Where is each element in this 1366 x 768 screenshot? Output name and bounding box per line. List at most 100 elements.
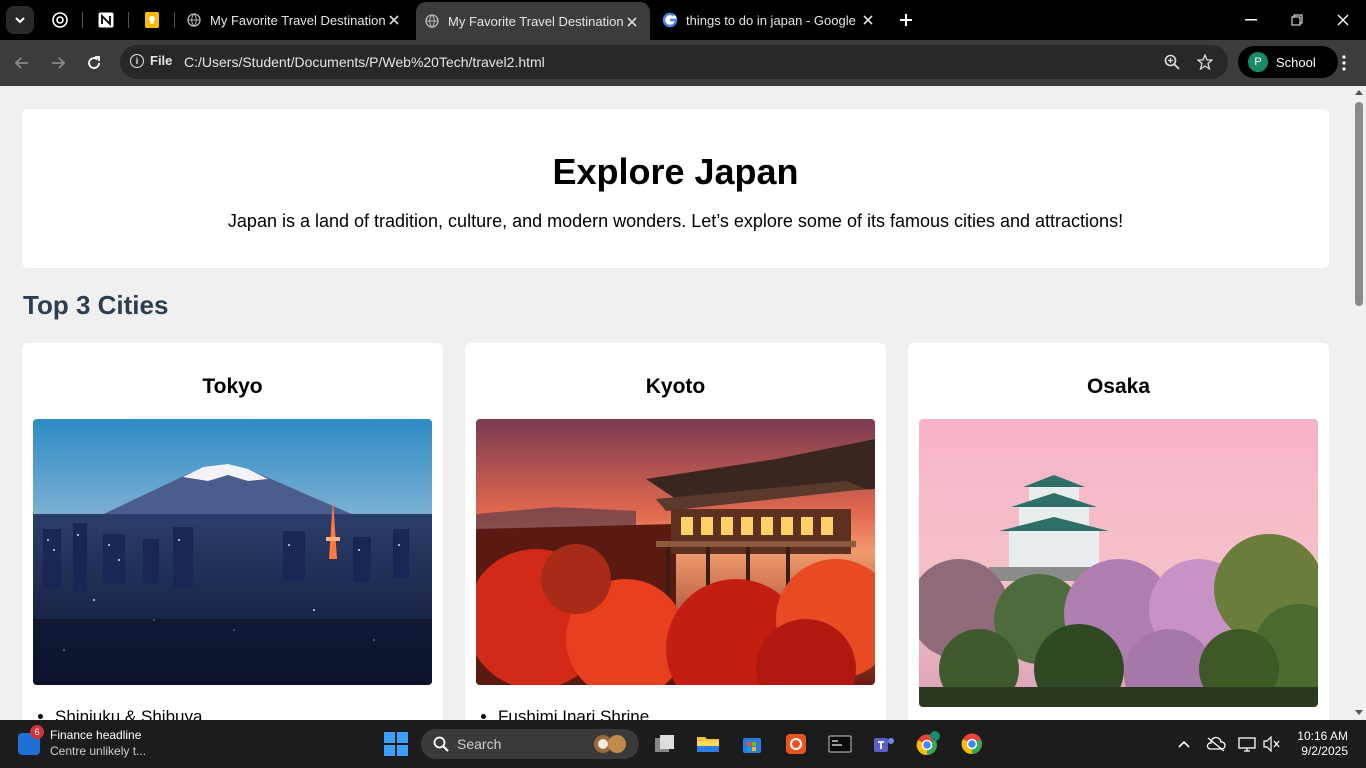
ubuntu-icon (786, 734, 806, 754)
tab-separator (82, 12, 83, 28)
tab-title: My Favorite Travel Destination (448, 13, 624, 29)
site-info-chip[interactable]: i File (130, 53, 172, 68)
city-name: Osaka (1086, 375, 1151, 398)
zoom-button[interactable] (1163, 53, 1181, 71)
globe-icon (186, 12, 202, 28)
url-text[interactable]: C:/Users/Student/Documents/P/Web%20Tech/… (184, 54, 545, 70)
pinned-tab-keep[interactable] (140, 8, 164, 32)
news-widget[interactable]: 6 Finance headline Centre unlikely t... (18, 725, 147, 758)
folder-icon (697, 737, 719, 752)
notion-icon (98, 12, 114, 28)
file-explorer-button[interactable] (694, 730, 722, 758)
restore-icon (1291, 14, 1303, 26)
restore-button[interactable] (1274, 0, 1320, 40)
clock-date: 9/2/2025 (1301, 744, 1348, 758)
section-title: Top 3 Cities (23, 290, 169, 320)
city-card-tokyo: Tokyo • Shinjuku & Shibuya (22, 343, 443, 720)
ms-store-button[interactable] (738, 730, 766, 758)
taskbar-search[interactable]: Search (421, 729, 639, 759)
tab-strip: My Favorite Travel Destination My Favori… (0, 0, 1366, 40)
tab-separator (128, 12, 129, 28)
onedrive-button[interactable] (1206, 734, 1226, 754)
teams-button[interactable] (870, 730, 898, 758)
tab-google-search[interactable]: things to do in japan - Google S (662, 0, 886, 40)
tab-title: things to do in japan - Google S (686, 12, 858, 28)
page-title: Explore Japan (552, 151, 799, 192)
volume-button[interactable] (1262, 734, 1282, 754)
scroll-up-icon[interactable] (1355, 89, 1363, 97)
chrome-profile-icon (916, 731, 940, 756)
scrollbar-thumb[interactable] (1355, 102, 1363, 306)
new-tab-button[interactable] (894, 8, 918, 32)
terminal-button[interactable] (826, 730, 854, 758)
close-tab-icon[interactable] (624, 14, 640, 30)
vertical-scrollbar[interactable] (1352, 86, 1366, 720)
cloud-off-icon (1206, 736, 1226, 752)
network-button[interactable] (1237, 734, 1257, 754)
chevron-down-icon (15, 17, 25, 24)
hero-card: Explore Japan Japan is a land of traditi… (22, 109, 1329, 268)
city-card-osaka: Osaka (908, 343, 1329, 720)
coconut-icon (594, 735, 626, 753)
network-icon (1238, 737, 1256, 752)
windows-logo-icon (384, 732, 395, 743)
kyoto-photo (476, 419, 875, 685)
taskbar: 6 Finance headline Centre unlikely t... … (0, 720, 1366, 768)
start-button[interactable] (384, 732, 408, 756)
tab-travel-1[interactable]: My Favorite Travel Destination (186, 0, 412, 40)
search-icon (433, 736, 449, 752)
google-icon (662, 12, 678, 28)
ubuntu-button[interactable] (782, 730, 810, 758)
profile-button[interactable]: P School (1238, 46, 1338, 78)
intro-text: Japan is a land of tradition, culture, a… (227, 211, 1124, 231)
address-bar[interactable]: i File C:/Users/Student/Documents/P/Web%… (120, 45, 1228, 79)
avatar: P (1248, 52, 1268, 72)
terminal-icon (828, 735, 852, 753)
forward-button[interactable] (44, 49, 72, 77)
reload-icon (88, 56, 100, 69)
chrome-button[interactable] (958, 730, 986, 758)
close-tab-icon[interactable] (386, 12, 402, 28)
tab-title: My Favorite Travel Destination (210, 12, 386, 28)
task-view-button[interactable] (651, 730, 679, 758)
profile-name: School (1276, 54, 1316, 70)
teams-icon (874, 738, 894, 752)
star-icon (1197, 54, 1213, 70)
reload-button[interactable] (80, 49, 108, 77)
city-name: Tokyo (202, 375, 263, 398)
pinned-tab-chatgpt[interactable] (48, 8, 72, 32)
task-view-icon (655, 735, 674, 752)
list-item: Shinjuku & Shibuya (55, 707, 202, 720)
tray-overflow-button[interactable] (1174, 734, 1194, 754)
minimize-icon (1245, 19, 1257, 21)
tab-separator (174, 12, 175, 28)
chrome-school-button[interactable] (914, 730, 942, 758)
list-item: Fushimi Inari Shrine (498, 707, 649, 720)
info-icon: i (130, 53, 144, 68)
attraction-list: Fushimi Inari Shrine (498, 707, 649, 720)
system-clock[interactable]: 10:16 AM 9/2/2025 (1290, 729, 1348, 759)
browser-menu-button[interactable] (1334, 53, 1354, 73)
page-viewport: Explore Japan Japan is a land of traditi… (0, 86, 1352, 720)
widget-subtext: Centre unlikely t... (50, 744, 147, 758)
globe-icon (424, 13, 440, 29)
tokyo-photo (33, 419, 432, 685)
chevron-up-icon (1178, 740, 1190, 748)
close-tab-icon[interactable] (860, 12, 876, 28)
tab-travel-2[interactable]: My Favorite Travel Destination (416, 2, 650, 40)
back-button[interactable] (8, 49, 36, 77)
minimize-button[interactable] (1228, 0, 1274, 40)
plus-icon (900, 14, 912, 26)
keep-notes-icon (145, 12, 159, 28)
arrow-right-icon (52, 57, 66, 69)
zoom-icon (1164, 54, 1180, 70)
scroll-down-icon[interactable] (1355, 708, 1363, 716)
arrow-left-icon (14, 57, 28, 69)
close-window-button[interactable] (1320, 0, 1366, 40)
bookmark-button[interactable] (1196, 53, 1214, 71)
notification-badge: 6 (30, 725, 44, 739)
pinned-tab-notion[interactable] (94, 8, 118, 32)
city-name: Kyoto (645, 375, 706, 398)
tab-search-button[interactable] (6, 6, 34, 34)
chrome-icon (961, 733, 982, 755)
